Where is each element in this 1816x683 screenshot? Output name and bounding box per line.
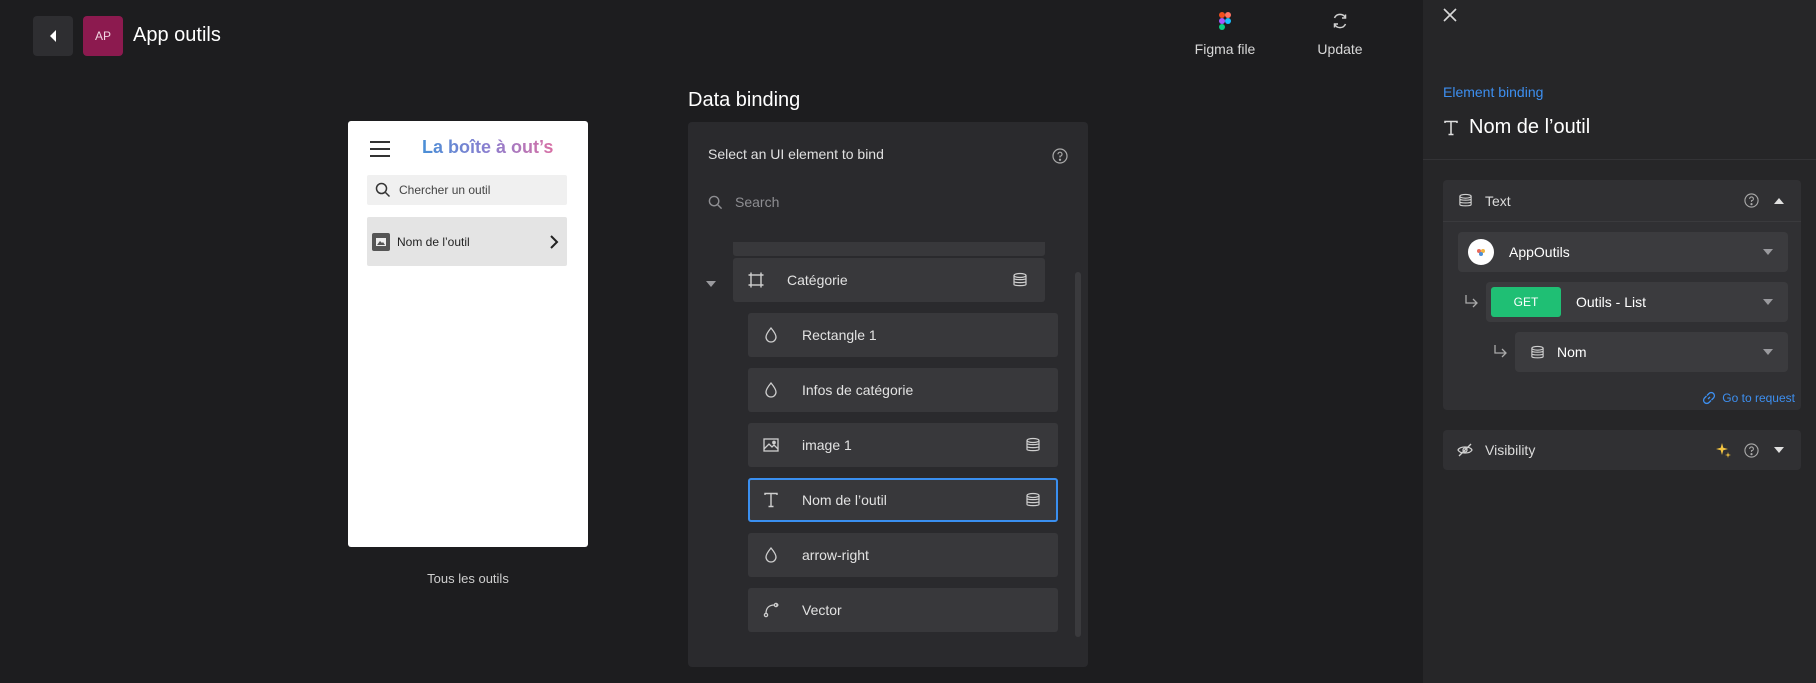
data-binding-panel: Select an UI element to bind Search Caté… [688,122,1088,667]
datasource-value: AppOutils [1509,244,1570,260]
data-binding-title: Data binding [688,89,801,111]
data-binding-subtitle: Select an UI element to bind [708,146,884,162]
datasource-select[interactable]: AppOutils [1458,232,1788,272]
chevron-down-icon [1763,249,1773,255]
image-placeholder-icon [372,232,390,251]
drop-icon [762,381,780,399]
text-icon [1444,120,1458,135]
text-binding-header[interactable]: Text [1443,180,1801,222]
back-button[interactable] [33,16,73,56]
screen-caption: Tous les outils [427,571,509,586]
tree-item-infos-de-categorie[interactable]: Infos de catégorie [748,368,1058,412]
close-icon[interactable] [1441,6,1459,29]
tree-scrollbar[interactable] [1075,272,1081,637]
tree-item-partial[interactable] [733,242,1045,256]
drop-icon [762,546,780,564]
visibility-label: Visibility [1485,442,1536,458]
get-method-badge: GET [1491,287,1561,317]
database-icon [1011,272,1029,288]
request-value: Outils - List [1576,294,1647,310]
tree-item-nom-de-l-outil[interactable]: Nom de l’outil [748,478,1058,522]
figma-icon [1170,10,1280,32]
collapse-caret-icon[interactable] [705,275,717,293]
go-to-request-link[interactable]: Go to request [1702,391,1795,405]
tree-item-label: image 1 [802,437,852,453]
app-avatar: AP [83,16,123,56]
update-label: Update [1317,41,1363,57]
preview-item-label: Nom de l’outil [397,234,470,249]
tree-item-label: Nom de l’outil [802,492,887,508]
visibility-card[interactable]: Visibility [1443,430,1801,470]
help-icon[interactable] [1743,193,1759,209]
search-icon [708,195,723,209]
database-icon [1024,492,1042,508]
nested-arrow-icon [1463,294,1479,313]
element-search-placeholder: Search [735,194,780,210]
app-title: App outils [133,24,221,46]
main-area: AP App outils Figma file Update La boîte… [0,0,1423,683]
figma-file-label: Figma file [1194,41,1256,57]
hamburger-menu-icon [370,141,390,157]
go-to-request-label: Go to request [1722,391,1795,405]
frame-icon [747,271,765,289]
search-icon [375,182,391,198]
sparkles-icon[interactable] [1715,442,1731,458]
database-icon [1024,437,1042,453]
figma-file-button[interactable]: Figma file [1170,10,1280,57]
chevron-down-icon[interactable] [1771,442,1787,458]
tree-item-categorie[interactable]: Catégorie [733,258,1045,302]
preview-search-placeholder: Chercher un outil [399,183,491,197]
tree-item-rectangle-1[interactable]: Rectangle 1 [748,313,1058,357]
field-value: Nom [1557,344,1587,360]
element-name: Nom de l’outil [1469,116,1591,138]
tree-item-label: Catégorie [787,272,848,288]
image-icon [762,436,780,454]
tree-item-label: arrow-right [802,547,869,563]
chevron-right-icon [550,234,559,249]
update-button[interactable]: Update [1285,10,1395,57]
preview-search-bar: Chercher un outil [367,175,567,205]
help-icon[interactable] [1052,148,1068,169]
text-icon [762,491,780,509]
element-binding-link[interactable]: Element binding [1443,84,1543,100]
drop-icon [762,326,780,344]
field-select[interactable]: Nom [1515,332,1788,372]
chevron-down-icon [1763,299,1773,305]
tree-item-label: Rectangle 1 [802,327,877,343]
tree-item-image-1[interactable]: image 1 [748,423,1058,467]
eye-off-icon [1457,442,1473,458]
text-binding-card: Text AppOutils GET Outils - List Nom Go … [1443,180,1801,410]
divider [1423,159,1816,160]
chevron-up-icon[interactable] [1771,193,1787,209]
element-search[interactable]: Search [708,194,779,210]
preview-brand: La boîte à out’s [422,137,554,157]
tree-item-label: Infos de catégorie [802,382,914,398]
appoutils-logo-icon [1468,239,1494,265]
nested-arrow-icon [1492,344,1508,363]
vector-icon [762,601,780,619]
element-tree: Catégorie Rectangle 1 Infos de catégorie [688,242,1078,667]
screen-preview[interactable]: La boîte à out’s Chercher un outil Nom d… [348,121,588,547]
element-binding-title: Nom de l’outil [1443,116,1590,139]
tree-item-arrow-right[interactable]: arrow-right [748,533,1058,577]
refresh-icon [1285,10,1395,32]
chevron-down-icon [1763,349,1773,355]
link-icon [1703,391,1716,405]
request-select[interactable]: GET Outils - List [1486,282,1788,322]
preview-list-item: Nom de l’outil [367,217,567,266]
help-icon[interactable] [1743,442,1759,458]
text-binding-label: Text [1485,192,1511,209]
tree-item-vector[interactable]: Vector [748,588,1058,632]
tree-item-label: Vector [802,602,842,618]
database-icon [1457,193,1473,209]
element-binding-panel: Element binding Nom de l’outil Text AppO… [1423,0,1816,683]
back-arrow-icon [50,30,56,42]
database-icon [1529,344,1545,360]
